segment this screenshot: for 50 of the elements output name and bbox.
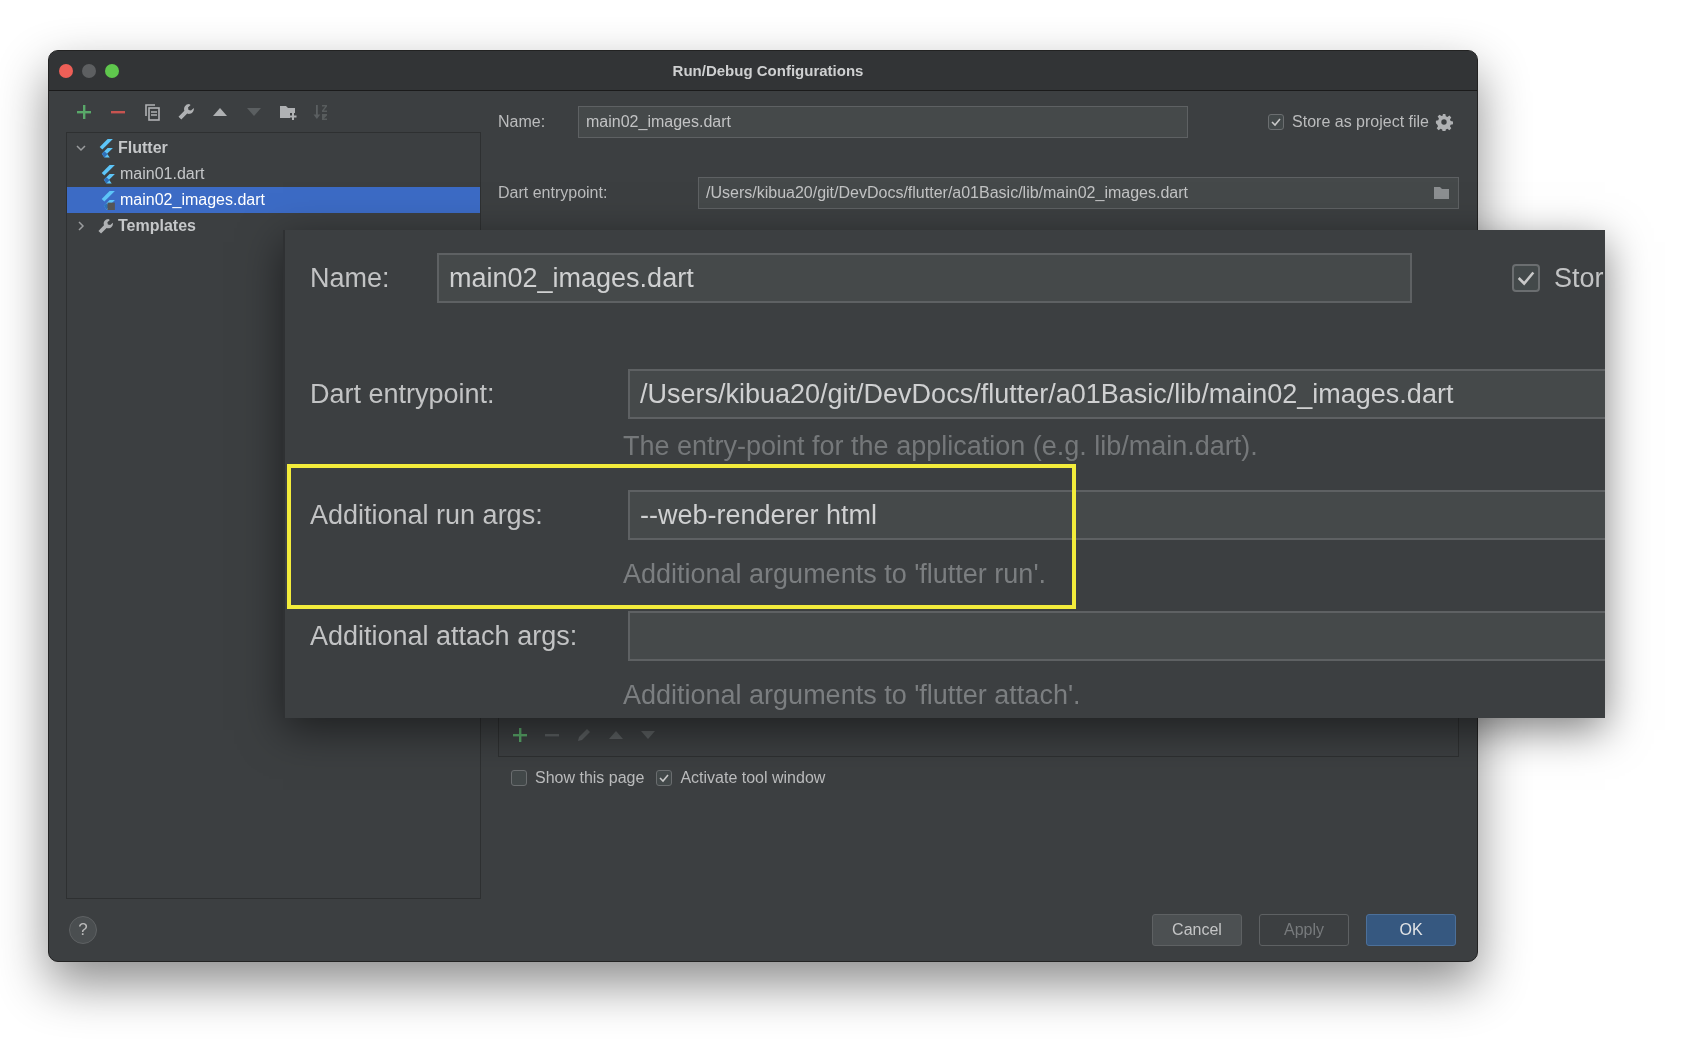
store-label: Store as project file <box>1292 113 1429 131</box>
option-checkbox[interactable] <box>511 770 527 786</box>
copy-icon[interactable] <box>143 102 161 121</box>
flutter-shared-icon <box>99 190 116 210</box>
tree-item[interactable]: main01.dart <box>67 161 211 187</box>
plus-icon[interactable] <box>511 725 529 744</box>
input-field: /Users/kibua20/git/DevDocs/flutter/a01Basic/lib/main02_images.dart <box>628 369 1605 419</box>
field-label: Additional run args: <box>310 499 544 531</box>
store-checkbox[interactable] <box>1268 114 1285 130</box>
zoom-button[interactable] <box>105 63 119 78</box>
checkmark-icon <box>658 772 671 784</box>
window-title: Run/Debug Configurations <box>671 62 865 79</box>
flutter-icon <box>97 138 114 158</box>
tree-item[interactable]: Templates <box>67 213 202 239</box>
tree-label: main01.dart <box>120 165 205 183</box>
field-label: Dart entrypoint: <box>310 378 496 410</box>
checkmark-icon <box>1270 116 1283 128</box>
option-label: Show this page <box>535 769 645 787</box>
wrench-icon <box>97 216 114 236</box>
name-field: main02_images.dart <box>437 253 1412 303</box>
help-button[interactable]: ? <box>69 916 97 944</box>
entrypoint-label: Dart entrypoint: <box>498 184 609 202</box>
tree-label: main02_images.dart <box>120 191 265 209</box>
dialog-button[interactable]: OK <box>1366 914 1456 946</box>
name-field[interactable]: main02_images.dart <box>578 106 1188 138</box>
settings-icon[interactable] <box>1435 113 1453 131</box>
close-button[interactable] <box>59 63 73 78</box>
field-hint: The entry-point for the application (e.g. lib/main.dart). <box>623 431 1258 461</box>
chevron-right-icon[interactable] <box>75 220 87 232</box>
name-label: Name: <box>310 262 391 294</box>
store-label: Stor <box>1554 262 1604 294</box>
dialog-button[interactable]: Cancel <box>1152 914 1242 946</box>
plus-icon[interactable] <box>75 102 93 121</box>
option-checkbox[interactable] <box>656 770 673 786</box>
input-field: --web-renderer html <box>628 490 1605 540</box>
tree-item[interactable]: main02_images.dart <box>67 187 480 213</box>
tree-item[interactable]: Flutter <box>67 135 174 161</box>
field-hint: Additional arguments to 'flutter attach'. <box>623 680 1081 710</box>
wrench-icon[interactable] <box>177 102 195 121</box>
entrypoint-field[interactable]: /Users/kibua20/git/DevDocs/flutter/a01Basic/lib/main02_images.dart <box>698 177 1459 209</box>
folder-icon[interactable] <box>1433 186 1451 200</box>
chevron-down-icon[interactable] <box>75 142 87 154</box>
flutter-icon <box>99 164 116 184</box>
name-label: Name: <box>498 113 547 131</box>
option-label: Activate tool window <box>680 769 826 787</box>
tree-label: Flutter <box>118 139 168 157</box>
tree-label: Templates <box>118 217 196 235</box>
minimize-button[interactable] <box>82 63 96 78</box>
field-hint: Additional arguments to 'flutter run'. <box>623 559 1047 589</box>
field-label: Additional attach args: <box>310 620 579 652</box>
